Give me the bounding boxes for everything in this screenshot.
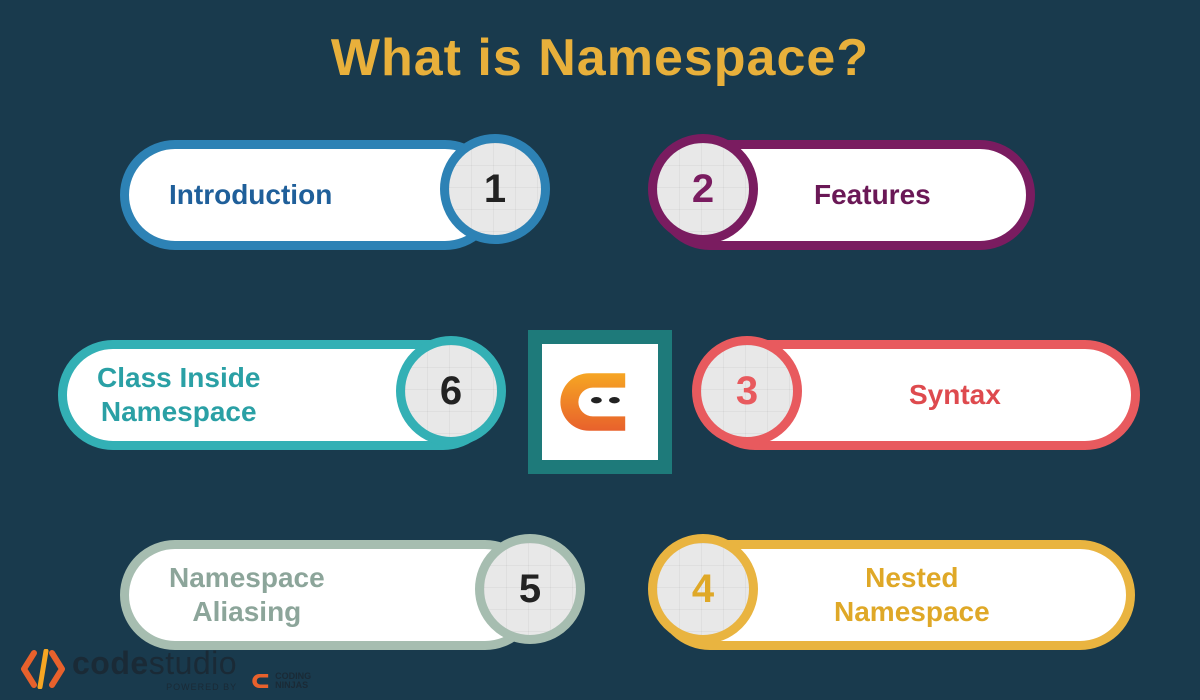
codestudio-mark-icon (20, 649, 66, 689)
brand-code: code (72, 645, 149, 681)
footer: codestudio POWERED BY CODING NINJAS (20, 645, 311, 692)
brand-studio: studio (149, 645, 237, 681)
pill-label: NamespaceAliasing (169, 561, 325, 628)
powered-by-label: POWERED BY (72, 682, 237, 692)
num-circle-3: 3 (692, 336, 802, 446)
pill-label: Introduction (169, 178, 332, 212)
coding-ninjas-logo: CODING NINJAS (251, 670, 311, 692)
codestudio-logo: codestudio POWERED BY (20, 645, 237, 692)
center-logo (542, 344, 658, 460)
num-circle-4: 4 (648, 534, 758, 644)
num-circle-1: 1 (440, 134, 550, 244)
cn-text-2: NINJAS (275, 681, 311, 690)
pill-label: NestedNamespace (834, 561, 990, 628)
num-circle-2: 2 (648, 134, 758, 244)
page-title: What is Namespace? (0, 0, 1200, 88)
codestudio-name: codestudio (72, 645, 237, 681)
ninja-c-icon (555, 357, 645, 447)
ninja-c-small-icon (251, 670, 273, 692)
pill-label: Class InsideNamespace (97, 361, 260, 428)
pill-label: Syntax (909, 378, 1001, 412)
pill-label: Features (814, 178, 931, 212)
num-circle-6: 6 (396, 336, 506, 446)
namespace-diagram: Introduction 1 Features 2 Syntax 3 Neste… (0, 110, 1200, 630)
center-logo-frame (528, 330, 672, 474)
num-circle-5: 5 (475, 534, 585, 644)
